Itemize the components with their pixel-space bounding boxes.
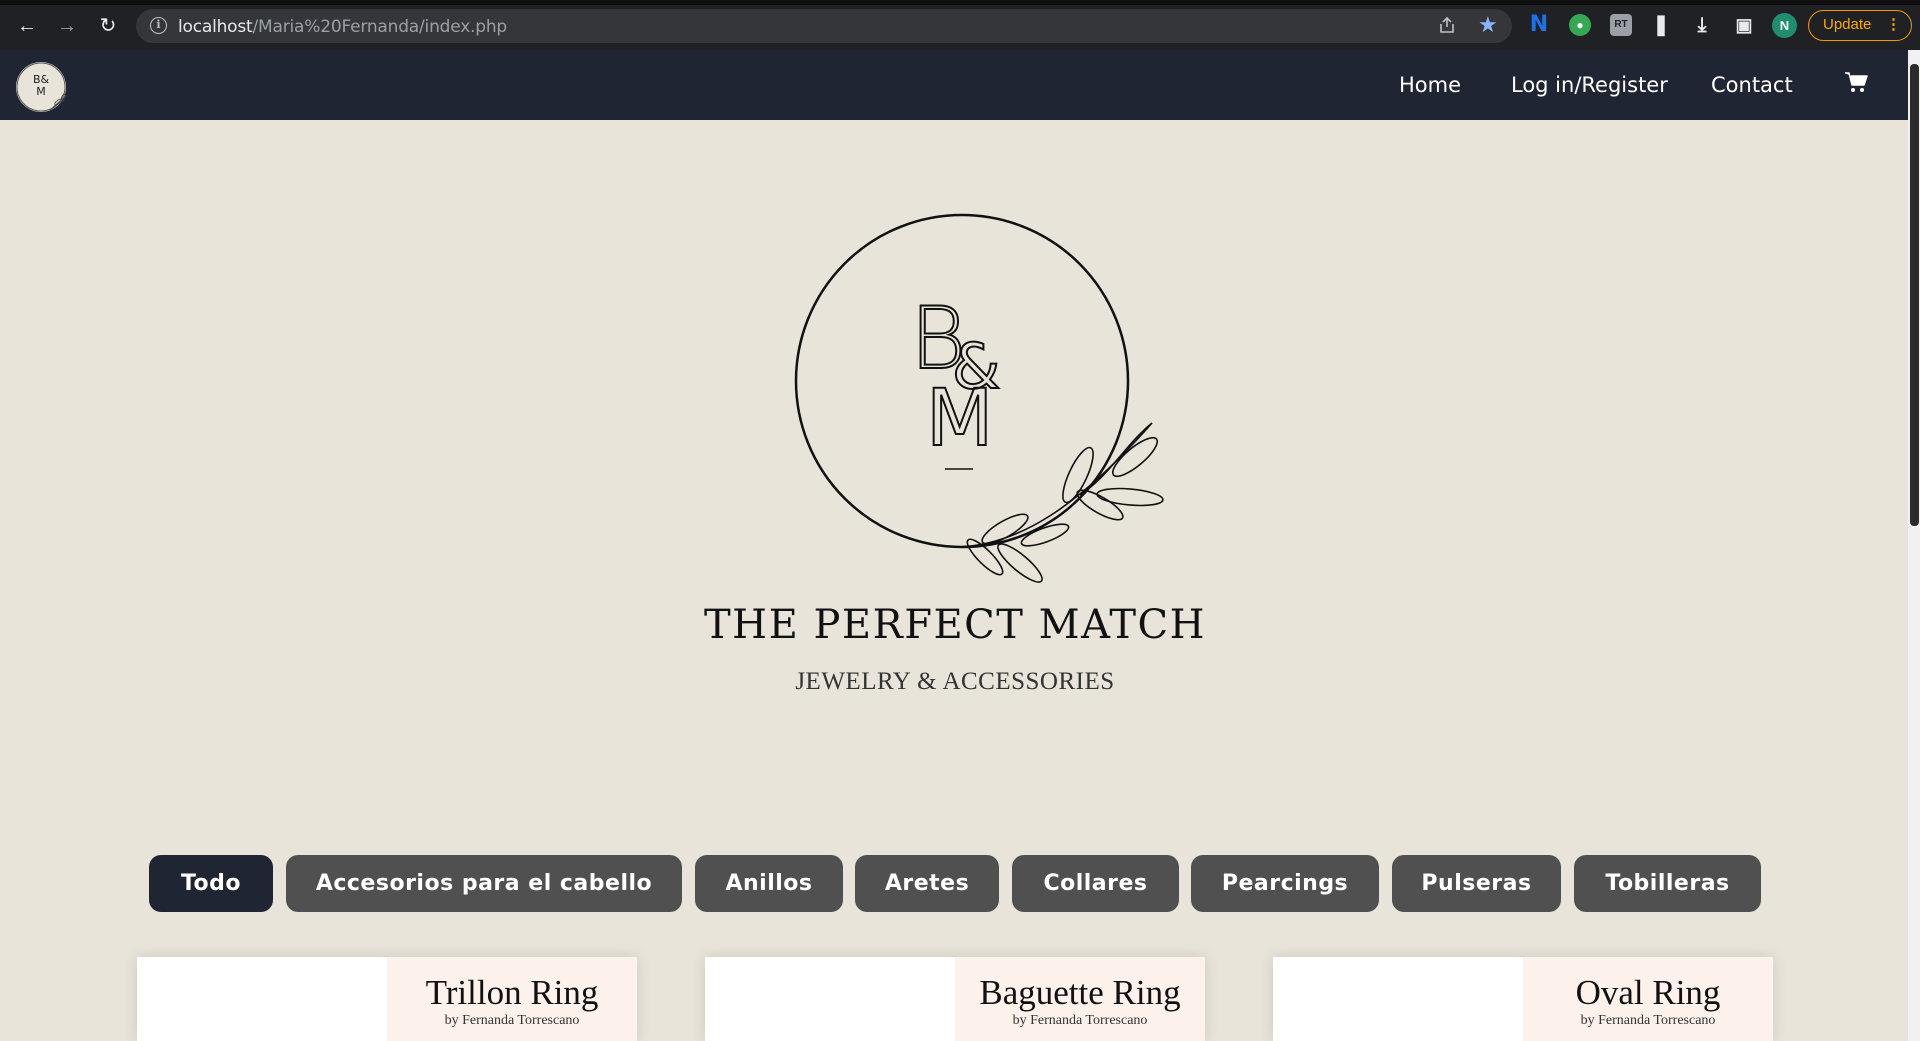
puzzle-icon[interactable]: ❚: [1650, 14, 1672, 36]
address-bar[interactable]: i localhost/Maria%20Fernanda/index.php: [136, 9, 1512, 43]
hero-logo-letter-m: M: [926, 374, 993, 464]
update-label: Update: [1823, 16, 1872, 33]
star-icon[interactable]: ★: [1478, 13, 1498, 37]
info-icon[interactable]: i: [150, 17, 167, 34]
forward-icon[interactable]: →: [55, 14, 79, 38]
update-button[interactable]: Update ⋮: [1808, 10, 1912, 41]
share-icon[interactable]: [1438, 16, 1456, 34]
profile-avatar[interactable]: N: [1772, 13, 1797, 38]
hero-logo: B & M: [794, 213, 1164, 583]
filter-tobilleras-button[interactable]: Tobilleras: [1574, 855, 1761, 912]
nav-login-register-link[interactable]: Log in/Register: [1511, 72, 1668, 98]
product-card[interactable]: Oval Ring by Fernanda Torrescano: [1273, 957, 1773, 1041]
nav-contact-link[interactable]: Contact: [1711, 72, 1793, 98]
extension-n-icon[interactable]: N: [1528, 14, 1550, 36]
product-name: Baguette Ring: [979, 973, 1181, 1012]
nav-logo[interactable]: B& M: [14, 60, 70, 116]
scrollbar-thumb[interactable]: [1910, 64, 1919, 526]
reload-icon[interactable]: ↻: [96, 14, 120, 38]
product-author: by Fernanda Torrescano: [444, 1013, 580, 1028]
filter-pearcings-button[interactable]: Pearcings: [1191, 855, 1379, 912]
download-icon[interactable]: ⤓: [1691, 14, 1713, 36]
back-icon[interactable]: ←: [15, 14, 39, 38]
product-card[interactable]: Trillon Ring by Fernanda Torrescano: [137, 957, 637, 1041]
product-name: Oval Ring: [1575, 973, 1721, 1012]
filter-accesorios-button[interactable]: Accesorios para el cabello: [286, 855, 682, 912]
cart-icon[interactable]: [1844, 70, 1868, 94]
product-author: by Fernanda Torrescano: [1580, 1013, 1716, 1028]
tab-strip: [0, 0, 1920, 5]
product-author: by Fernanda Torrescano: [1012, 1013, 1148, 1028]
nav-home-link[interactable]: Home: [1399, 72, 1461, 98]
extension-green-icon[interactable]: ●: [1569, 14, 1591, 36]
filter-collares-button[interactable]: Collares: [1012, 855, 1179, 912]
hero-title: THE PERFECT MATCH: [704, 602, 1206, 648]
product-name: Trillon Ring: [425, 973, 599, 1012]
filter-todo-button[interactable]: Todo: [149, 855, 273, 912]
nav-logo-text-m: M: [36, 85, 46, 98]
hero-subtitle: JEWELRY & ACCESSORIES: [795, 668, 1115, 695]
product-card[interactable]: Baguette Ring by Fernanda Torrescano: [705, 957, 1205, 1041]
filter-aretes-button[interactable]: Aretes: [855, 855, 999, 912]
extension-rt-icon[interactable]: RT: [1610, 14, 1632, 36]
url-path: /Maria%20Fernanda/index.php: [252, 17, 508, 37]
filter-pulseras-button[interactable]: Pulseras: [1392, 855, 1561, 912]
filter-anillos-button[interactable]: Anillos: [695, 855, 843, 912]
url-text[interactable]: localhost/Maria%20Fernanda/index.php: [178, 17, 507, 37]
menu-dots-icon: ⋮: [1886, 16, 1901, 33]
url-host: localhost: [178, 17, 253, 37]
side-panel-icon[interactable]: ▣: [1733, 14, 1755, 36]
